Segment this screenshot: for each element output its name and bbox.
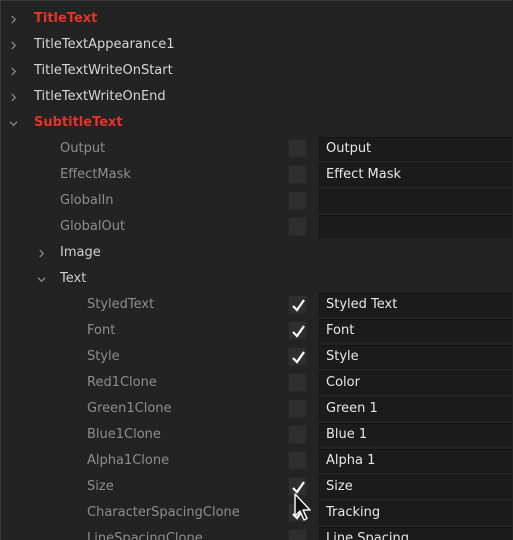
publish-checkbox[interactable] xyxy=(288,165,307,184)
prop-row-alpha1-clone: Alpha1Clone Alpha 1 xyxy=(1,448,512,474)
tree-label-title-text-write-on-end: TitleTextWriteOnEnd xyxy=(34,89,166,104)
prop-label: Green1Clone xyxy=(87,401,172,416)
prop-label: Output xyxy=(60,141,106,156)
prop-name-field[interactable]: Color xyxy=(319,371,512,395)
prop-label: Size xyxy=(87,479,114,494)
prop-label: EffectMask xyxy=(60,167,131,182)
prop-row-blue1-clone: Blue1Clone Blue 1 xyxy=(1,422,512,448)
tree-label-title-text-write-on-start: TitleTextWriteOnStart xyxy=(34,63,173,78)
chevron-right-icon[interactable] xyxy=(6,32,20,58)
tree-label-text: Text xyxy=(60,271,87,286)
prop-label: LineSpacingClone xyxy=(87,531,203,540)
prop-name-field[interactable] xyxy=(319,215,512,239)
prop-row-green1-clone: Green1Clone Green 1 xyxy=(1,396,512,422)
chevron-right-icon[interactable] xyxy=(6,58,20,84)
prop-name-field[interactable]: Effect Mask xyxy=(319,163,512,187)
prop-name-field[interactable] xyxy=(319,189,512,213)
prop-row-size: Size Size xyxy=(1,474,512,500)
prop-row-character-spacing-clone: CharacterSpacingClone Tracking xyxy=(1,500,512,526)
prop-label: GlobalIn xyxy=(60,193,114,208)
prop-label: StyledText xyxy=(87,297,155,312)
publish-checkbox[interactable] xyxy=(288,451,307,470)
tree-label-title-text: TitleText xyxy=(34,11,98,26)
publish-checkbox[interactable] xyxy=(288,399,307,418)
chevron-down-icon[interactable] xyxy=(34,266,48,292)
tree-row-title-text[interactable]: TitleText xyxy=(1,6,512,32)
prop-name-field[interactable]: Font xyxy=(319,319,512,343)
tree-row-text[interactable]: Text xyxy=(1,266,512,292)
prop-name-field[interactable]: Line Spacing xyxy=(319,527,512,540)
prop-name-field[interactable]: Tracking xyxy=(319,501,512,525)
prop-row-red1-clone: Red1Clone Color xyxy=(1,370,512,396)
tree-row-title-text-write-on-end[interactable]: TitleTextWriteOnEnd xyxy=(1,84,512,110)
tree-label-image: Image xyxy=(60,245,101,260)
checkmark-icon xyxy=(292,351,305,364)
publish-checkbox[interactable] xyxy=(288,139,307,158)
tree-row-title-text-write-on-start[interactable]: TitleTextWriteOnStart xyxy=(1,58,512,84)
prop-name-field[interactable]: Size xyxy=(319,475,512,499)
chevron-down-icon[interactable] xyxy=(6,110,20,136)
chevron-right-icon[interactable] xyxy=(6,84,20,110)
prop-row-styled-text: StyledText Styled Text xyxy=(1,292,512,318)
prop-row-global-in: GlobalIn xyxy=(1,188,512,214)
mouse-pointer-icon xyxy=(294,493,311,521)
prop-label: CharacterSpacingClone xyxy=(87,505,240,520)
prop-label: GlobalOut xyxy=(60,219,126,234)
prop-row-effect-mask: EffectMask Effect Mask xyxy=(1,162,512,188)
tree-row-title-text-appearance[interactable]: TitleTextAppearance1 xyxy=(1,32,512,58)
prop-label: Style xyxy=(87,349,120,364)
prop-label: Red1Clone xyxy=(87,375,157,390)
checkmark-icon xyxy=(292,299,305,312)
publish-checkbox[interactable] xyxy=(288,347,307,366)
prop-row-global-out: GlobalOut xyxy=(1,214,512,240)
prop-name-field[interactable]: Style xyxy=(319,345,512,369)
chevron-right-icon[interactable] xyxy=(34,240,48,266)
publish-checkbox[interactable] xyxy=(288,529,307,540)
modifier-tree-panel: TitleText TitleTextAppearance1 TitleText… xyxy=(0,0,512,540)
prop-label: Font xyxy=(87,323,116,338)
publish-checkbox[interactable] xyxy=(288,295,307,314)
prop-name-field[interactable]: Green 1 xyxy=(319,397,512,421)
chevron-right-icon[interactable] xyxy=(6,6,20,32)
prop-row-font: Font Font xyxy=(1,318,512,344)
prop-label: Blue1Clone xyxy=(87,427,161,442)
prop-name-field[interactable]: Alpha 1 xyxy=(319,449,512,473)
prop-row-line-spacing-clone: LineSpacingClone Line Spacing xyxy=(1,526,512,540)
prop-name-field[interactable]: Blue 1 xyxy=(319,423,512,447)
prop-row-style: Style Style xyxy=(1,344,512,370)
publish-checkbox[interactable] xyxy=(288,191,307,210)
publish-checkbox[interactable] xyxy=(288,373,307,392)
publish-checkbox[interactable] xyxy=(288,321,307,340)
publish-checkbox[interactable] xyxy=(288,425,307,444)
prop-row-output: Output Output xyxy=(1,136,512,162)
tree-row-image[interactable]: Image xyxy=(1,240,512,266)
tree-row-subtitle-text[interactable]: SubtitleText xyxy=(1,110,512,136)
prop-name-field[interactable]: Styled Text xyxy=(319,293,512,317)
checkmark-icon xyxy=(292,325,305,338)
tree-label-title-text-appearance: TitleTextAppearance1 xyxy=(34,37,175,52)
prop-label: Alpha1Clone xyxy=(87,453,170,468)
tree-label-subtitle-text: SubtitleText xyxy=(34,115,123,130)
prop-name-field[interactable]: Output xyxy=(319,137,512,161)
publish-checkbox[interactable] xyxy=(288,217,307,236)
